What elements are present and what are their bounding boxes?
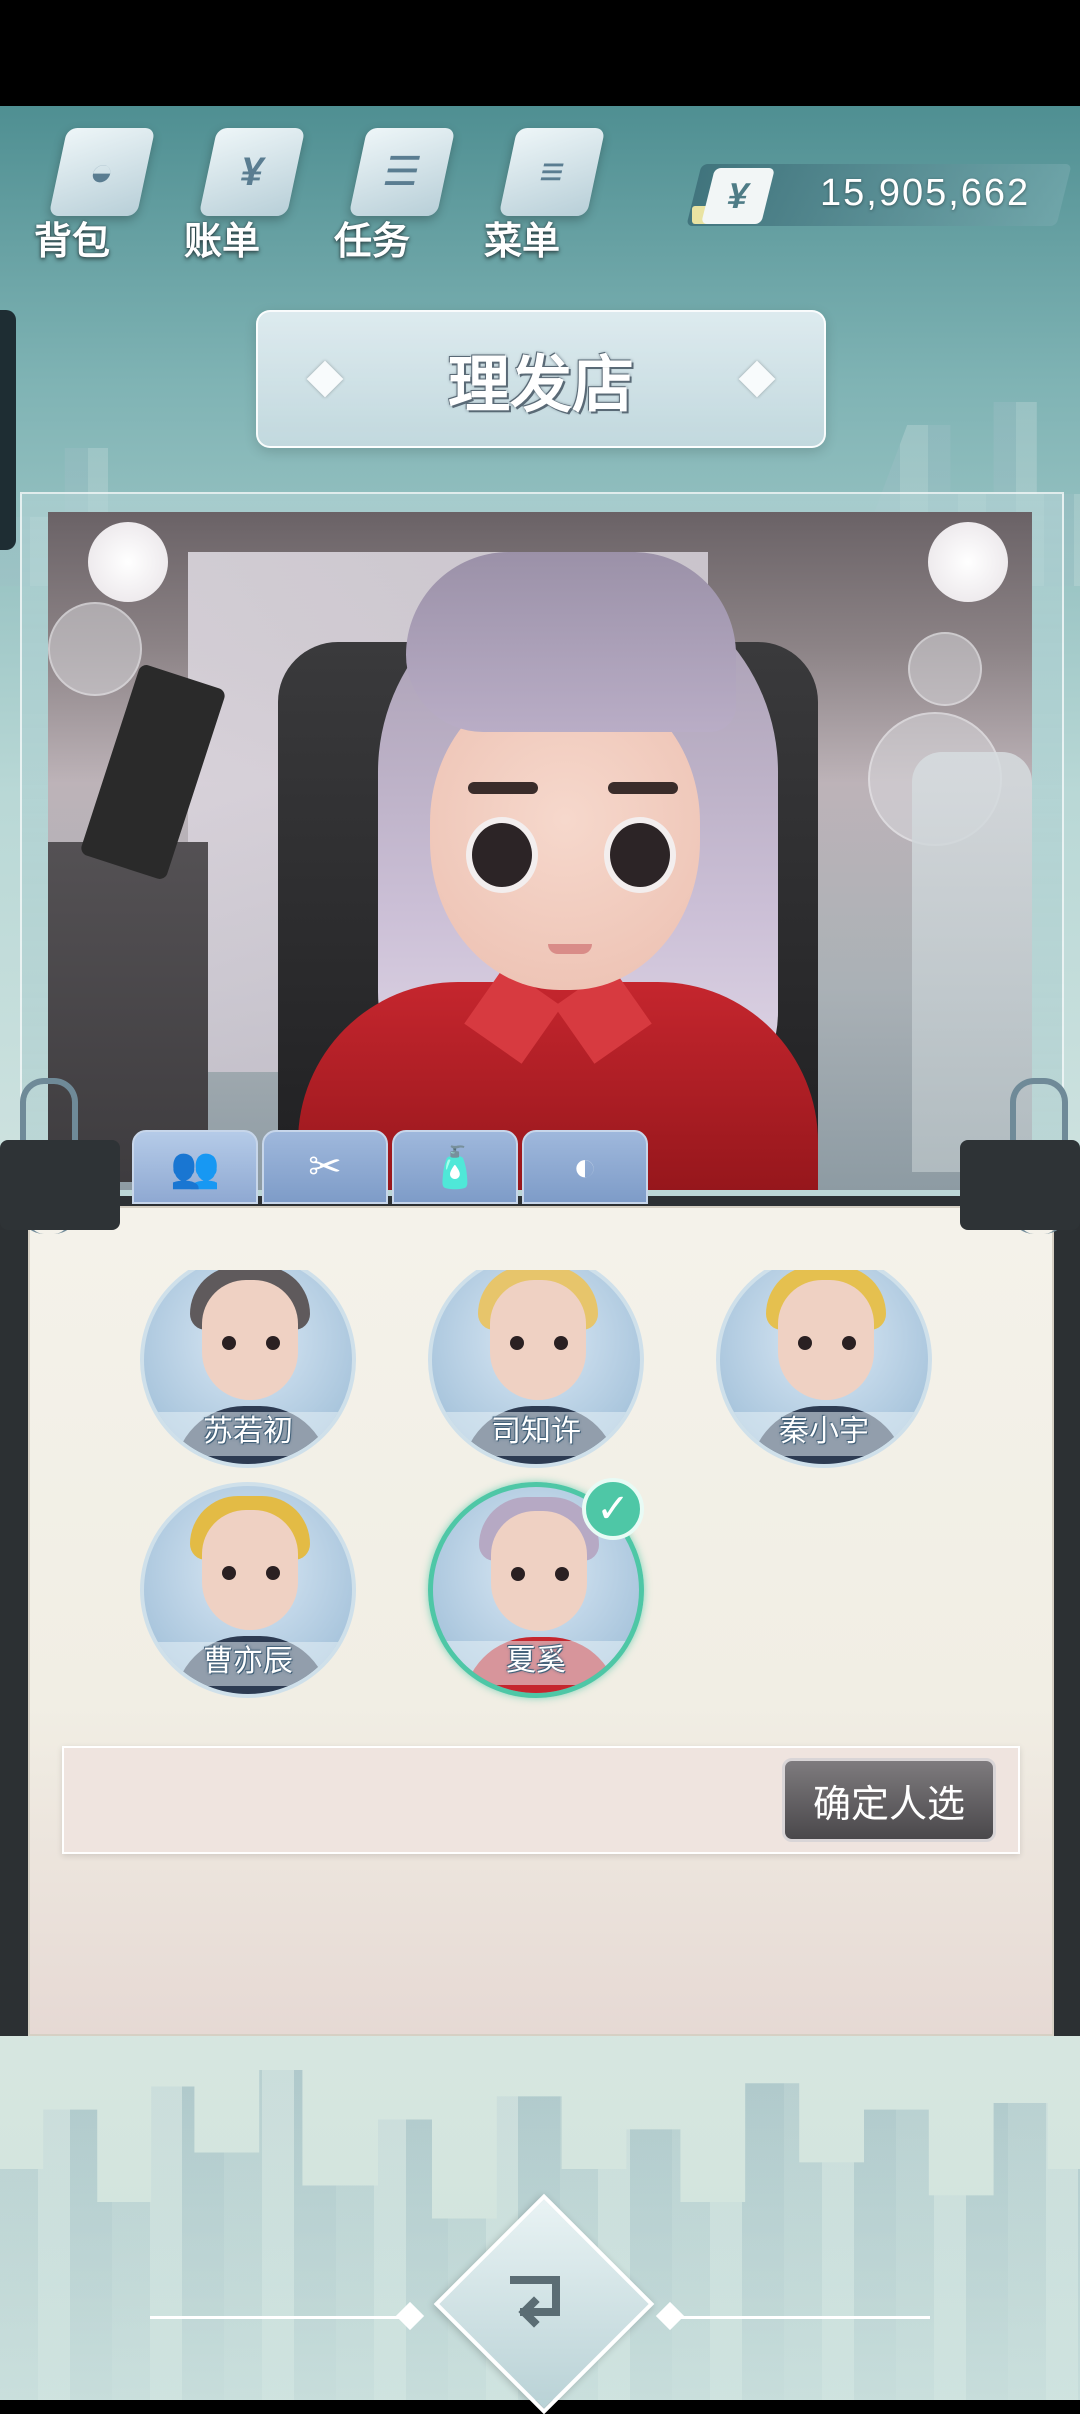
binder-clip	[0, 1140, 120, 1230]
character-name: 夏奚	[506, 1644, 566, 1677]
character-eye	[266, 1336, 280, 1350]
tab-haircut[interactable]: ✂	[262, 1130, 388, 1204]
character-card[interactable]: 司知许	[428, 1270, 644, 1468]
character-eye	[555, 1567, 569, 1581]
decor-line	[150, 2316, 400, 2319]
currency-amount: 15,905,662	[820, 172, 1031, 214]
character-card[interactable]: 曹亦辰	[140, 1482, 356, 1698]
page-title: 理发店	[447, 351, 634, 420]
nav-bill-label: 账单	[184, 221, 261, 263]
nav-backpack-label: 背包	[34, 221, 111, 263]
character-brow	[468, 782, 538, 794]
bill-icon: ¥	[198, 128, 306, 216]
character-head	[202, 1280, 298, 1400]
character-card[interactable]: 秦小宇	[716, 1270, 932, 1468]
task-icon: ☰	[348, 128, 456, 216]
nav-task-label: 任务	[334, 221, 411, 263]
character-head	[491, 1511, 587, 1631]
binder-clip	[960, 1140, 1080, 1230]
bubble-decor	[48, 602, 142, 696]
character-hair-front	[406, 552, 736, 732]
characters-icon: 👥	[170, 1145, 220, 1190]
mirror-light	[88, 522, 168, 602]
nav-task[interactable]: ☰ 任务	[320, 118, 470, 268]
top-menu: ◒ 背包 ¥ 账单 ☰ 任务 ≡ 菜单	[20, 118, 660, 268]
nav-menu-label: 菜单	[484, 221, 561, 263]
decor-line	[680, 2316, 930, 2319]
character-brow	[608, 782, 678, 794]
hair-dye-icon: 🧴	[430, 1145, 480, 1190]
character-head	[778, 1280, 874, 1400]
backpack-icon: ◒	[48, 128, 156, 216]
character-name: 曹亦辰	[203, 1645, 293, 1678]
tab-characters[interactable]: 👥	[132, 1130, 258, 1204]
status-bar	[0, 0, 1080, 106]
category-tabs: 👥 ✂ 🧴 ◐	[132, 1130, 648, 1204]
back-arrow-icon	[490, 2250, 590, 2350]
makeup-icon: ◐	[572, 1144, 598, 1189]
character-name: 苏若初	[203, 1415, 293, 1448]
character-mouth	[548, 944, 592, 954]
confirm-selection-button[interactable]: 确定人选	[782, 1758, 996, 1842]
selected-check-icon: ✓	[582, 1478, 644, 1540]
character-eye	[222, 1336, 236, 1350]
character-head	[490, 1280, 586, 1400]
title-banner: 理发店	[256, 310, 826, 448]
menu-icon: ≡	[498, 128, 606, 216]
mirror-light	[928, 522, 1008, 602]
character-card[interactable]: 苏若初	[140, 1270, 356, 1468]
character-eye	[798, 1336, 812, 1350]
character-eye	[554, 1336, 568, 1350]
character-eye	[222, 1566, 236, 1580]
tab-hair-dye[interactable]: 🧴	[392, 1130, 518, 1204]
character-eye	[510, 1336, 524, 1350]
character-name: 司知许	[491, 1415, 581, 1448]
character-eye	[842, 1336, 856, 1350]
nav-menu[interactable]: ≡ 菜单	[470, 118, 620, 268]
character-grid: 苏若初 司知许 秦小宇曹亦辰 夏奚	[40, 1270, 1040, 1730]
nav-bill[interactable]: ¥ 账单	[170, 118, 320, 268]
side-drawer-handle[interactable]	[0, 310, 16, 550]
character-eye	[511, 1567, 525, 1581]
nav-backpack[interactable]: ◒ 背包	[20, 118, 170, 268]
bubble-decor	[908, 632, 982, 706]
character-eye	[604, 817, 676, 893]
character-eye	[466, 817, 538, 893]
character-name: 秦小宇	[779, 1415, 869, 1448]
tab-makeup[interactable]: ◐	[522, 1130, 648, 1204]
character-head	[202, 1510, 298, 1630]
character-portrait	[48, 512, 1032, 1190]
character-eye	[266, 1566, 280, 1580]
scissors-icon: ✂	[308, 1145, 342, 1189]
